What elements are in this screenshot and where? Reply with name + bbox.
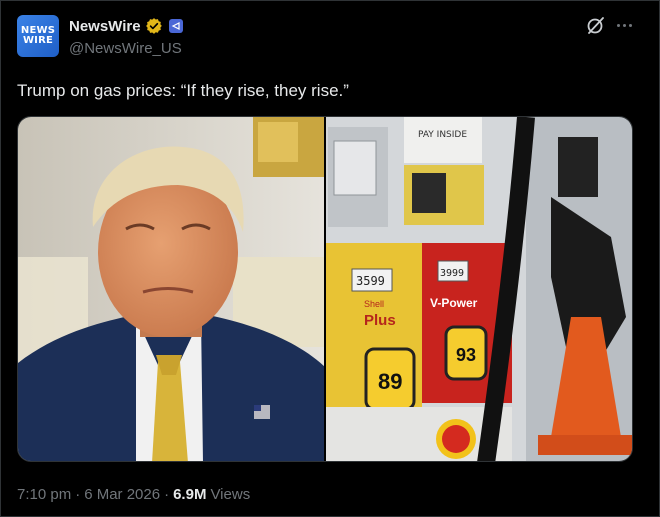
views-label: Views — [210, 486, 251, 503]
pump-price-left: 3599 — [356, 274, 385, 288]
tweet-text: Trump on gas prices: “If they rise, they… — [17, 81, 349, 100]
meta-separator: · — [164, 486, 170, 503]
grade-plus-label: Plus — [364, 312, 396, 329]
gold-verified-badge-icon[interactable] — [145, 17, 163, 35]
octane-right: 93 — [456, 345, 476, 365]
post-date[interactable]: 6 Mar 2026 — [84, 486, 160, 503]
post-time[interactable]: 7:10 pm — [17, 486, 71, 503]
affiliate-badge-icon[interactable] — [168, 19, 183, 33]
meta-separator: · — [75, 486, 81, 503]
grok-icon[interactable] — [586, 15, 606, 35]
handwritten-sign: PAY INSIDE — [418, 130, 467, 140]
tweet-metadata: 7:10 pm · 6 Mar 2026 · 6.9M Views — [17, 486, 250, 503]
portrait-photo[interactable] — [18, 117, 324, 461]
grade-plus-brand: Shell — [364, 299, 384, 309]
media-grid[interactable]: PAY INSIDE 3599 Shell Plus 89 3999 V-Pow… — [17, 116, 633, 462]
avatar-text-line2: WIRE — [22, 35, 54, 46]
views-count[interactable]: 6.9M — [173, 486, 206, 503]
octane-left: 89 — [378, 369, 402, 394]
avatar[interactable]: NEWS WIRE — [17, 15, 59, 57]
display-name[interactable]: NewsWire — [69, 18, 141, 35]
tweet-card: NEWS WIRE NewsWire @NewsWire_US Trump on… — [0, 0, 660, 517]
author-name-row: NewsWire — [69, 16, 183, 36]
grade-vpower-label: V-Power — [430, 296, 478, 310]
more-options-icon[interactable] — [613, 15, 635, 35]
gas-pump-photo[interactable]: PAY INSIDE 3599 Shell Plus 89 3999 V-Pow… — [326, 117, 632, 461]
user-handle[interactable]: @NewsWire_US — [69, 40, 182, 57]
pump-price-right: 3999 — [440, 268, 464, 279]
